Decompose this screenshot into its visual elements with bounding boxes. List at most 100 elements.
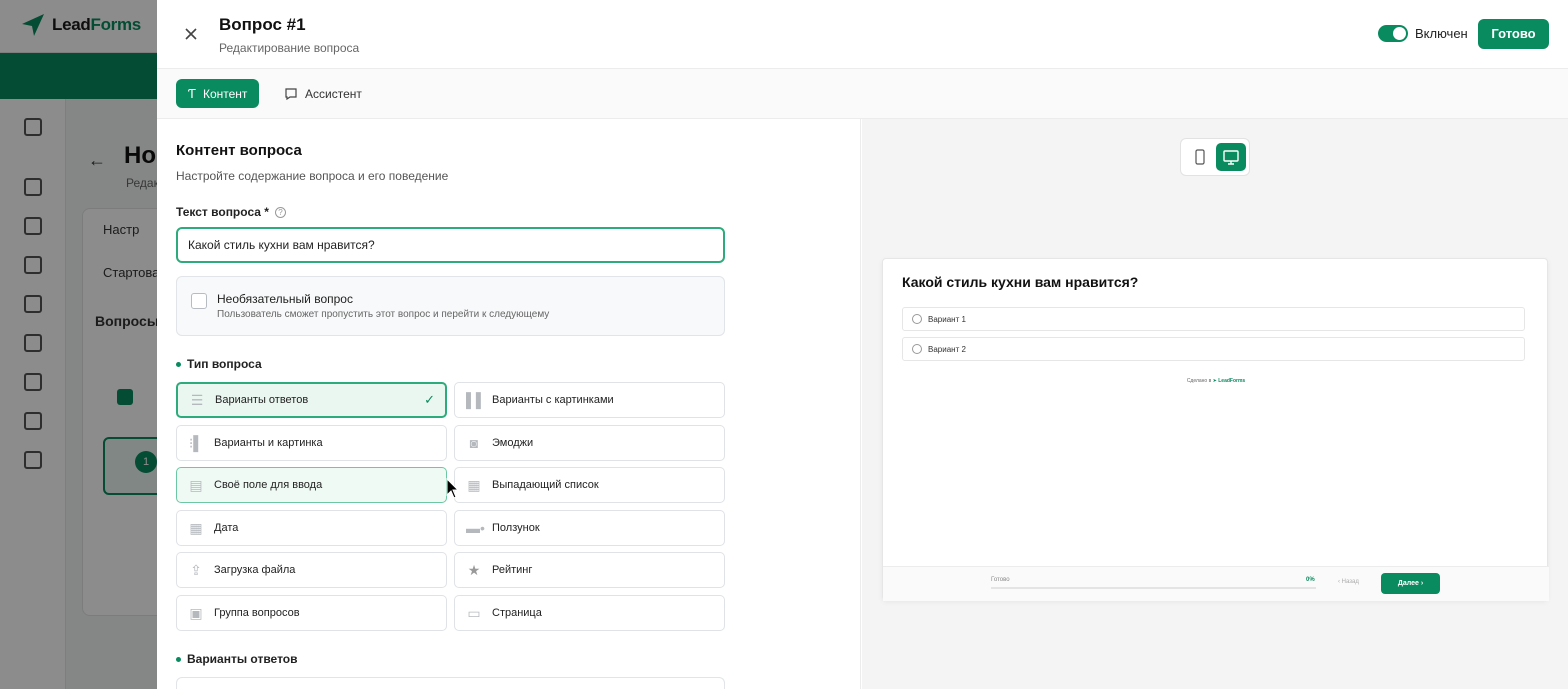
question-type-heading: Тип вопроса — [176, 357, 262, 371]
leadforms-mini-logo-icon: ➤ — [1212, 378, 1217, 384]
type-option-dropdown[interactable]: ▦ Выпадающий список — [454, 467, 725, 503]
mobile-preview-button[interactable] — [1185, 143, 1215, 171]
calendar-icon: ▦ — [189, 520, 203, 536]
tab-label: Ассистент — [305, 86, 362, 101]
tabs-bar: Ƭ Контент Ассистент — [157, 69, 1568, 119]
type-option-file-upload[interactable]: ⇪ Загрузка файла — [176, 552, 447, 588]
type-option-label: Выпадающий список — [492, 479, 599, 491]
check-icon: ✓ — [424, 392, 435, 407]
mouse-cursor-icon — [446, 478, 460, 499]
type-option-emoji[interactable]: ◙ Эмоджи — [454, 425, 725, 461]
type-option-label: Своё поле для ввода — [214, 479, 323, 491]
type-option-image-choices[interactable]: ▌▌ Варианты с картинками — [454, 382, 725, 418]
image-columns-icon: ▌▌ — [466, 392, 486, 408]
section-description: Настройте содержание вопроса и его повед… — [176, 169, 449, 183]
close-button[interactable] — [181, 24, 201, 44]
progress-label: Готово — [991, 577, 1010, 583]
type-option-label: Рейтинг — [492, 564, 533, 576]
progress-percent: 0% — [1306, 577, 1315, 583]
preview-back-button[interactable]: ‹ Назад — [1338, 579, 1359, 585]
upload-icon: ⇪ — [190, 562, 202, 578]
type-option-question-group[interactable]: ▣ Группа вопросов — [176, 595, 447, 631]
preview-question-title: Какой стиль кухни вам нравится? — [902, 274, 1139, 290]
slider-icon: ▬• — [466, 520, 485, 536]
type-option-choices-and-image[interactable]: ⁝▌ Варианты и картинка — [176, 425, 447, 461]
text-field-icon: ▤ — [189, 477, 203, 493]
radio-icon — [912, 344, 922, 354]
type-option-label: Варианты с картинками — [492, 394, 614, 406]
enabled-toggle-label: Включен — [1415, 26, 1468, 41]
type-option-choices[interactable]: ☰ Варианты ответов ✓ — [176, 382, 447, 418]
preview-option-label: Вариант 1 — [928, 314, 966, 324]
question-text-label: Текст вопроса * ? — [176, 205, 286, 219]
type-option-slider[interactable]: ▬• Ползунок — [454, 510, 725, 546]
preview-option-label: Вариант 2 — [928, 344, 966, 354]
list-icon: ☰ — [190, 392, 204, 408]
enabled-toggle-group: Включен — [1378, 25, 1468, 42]
device-switcher — [1180, 138, 1250, 176]
tab-content[interactable]: Ƭ Контент — [176, 79, 260, 108]
question-text-label-text: Текст вопроса * — [176, 205, 269, 219]
group-icon: ▣ — [189, 605, 203, 621]
type-option-text-field[interactable]: ▤ Своё поле для ввода — [176, 467, 447, 503]
drawer-subtitle: Редактирование вопроса — [219, 41, 360, 55]
radio-icon — [912, 314, 922, 324]
content-editor-panel: Контент вопроса Настройте содержание воп… — [157, 119, 861, 689]
type-option-label: Эмоджи — [492, 437, 534, 449]
optional-question-option[interactable]: Необязательный вопрос Пользователь сможе… — [176, 276, 725, 336]
made-with-prefix: Сделано в — [1186, 378, 1212, 384]
dropdown-icon: ▦ — [467, 477, 481, 493]
desktop-preview-button[interactable] — [1216, 143, 1246, 171]
bullet-dot — [176, 361, 181, 367]
question-text-input[interactable]: Какой стиль кухни вам нравится? — [176, 227, 725, 263]
star-icon: ★ — [467, 562, 481, 578]
toggle-knob — [1393, 27, 1406, 40]
bullet-dot — [176, 656, 181, 662]
list-image-icon: ⁝▌ — [188, 435, 204, 451]
answers-heading-text: Варианты ответов — [187, 652, 298, 666]
type-option-rating[interactable]: ★ Рейтинг — [454, 552, 725, 588]
optional-question-description: Пользователь сможет пропустить этот вопр… — [217, 309, 550, 320]
type-option-label: Варианты ответов — [215, 394, 309, 406]
answers-list — [176, 677, 725, 689]
question-type-heading-text: Тип вопроса — [187, 357, 262, 371]
drawer-title: Вопрос #1 — [219, 15, 306, 34]
type-option-label: Загрузка файла — [214, 564, 296, 576]
form-preview: Какой стиль кухни вам нравится? Вариант … — [882, 258, 1549, 601]
preview-footer: Готово 0% ‹ Назад Далее › — [883, 566, 1549, 601]
question-editor-drawer: Вопрос #1 Редактирование вопроса Включен… — [157, 0, 1568, 689]
tab-assistant[interactable]: Ассистент — [272, 79, 374, 108]
desktop-icon — [1223, 150, 1239, 165]
optional-question-title: Необязательный вопрос — [217, 292, 353, 306]
emoji-icon: ◙ — [469, 435, 479, 451]
type-option-label: Варианты и картинка — [214, 437, 323, 449]
preview-next-button[interactable]: Далее › — [1381, 573, 1440, 594]
tab-label: Контент — [202, 86, 248, 101]
mobile-icon — [1195, 149, 1205, 165]
drawer-header: Вопрос #1 Редактирование вопроса Включен… — [157, 0, 1568, 69]
made-with-badge: Сделано в ➤ LeadForms — [883, 378, 1549, 384]
text-icon: Ƭ — [188, 86, 196, 101]
answers-heading: Варианты ответов — [176, 652, 298, 666]
progress-bar — [991, 587, 1316, 589]
type-option-label: Дата — [214, 522, 239, 534]
back-label: Назад — [1341, 579, 1359, 585]
done-button[interactable]: Готово — [1478, 19, 1549, 49]
type-option-label: Ползунок — [492, 522, 540, 534]
close-icon — [185, 28, 197, 40]
optional-question-checkbox[interactable] — [191, 293, 207, 309]
type-option-date[interactable]: ▦ Дата — [176, 510, 447, 546]
section-title: Контент вопроса — [176, 142, 302, 159]
chat-icon — [285, 87, 297, 100]
preview-option[interactable]: Вариант 1 — [902, 307, 1525, 331]
enabled-toggle[interactable] — [1378, 25, 1408, 42]
type-option-page[interactable]: ▭ Страница — [454, 595, 725, 631]
type-option-label: Группа вопросов — [214, 607, 300, 619]
preview-panel: Какой стиль кухни вам нравится? Вариант … — [862, 119, 1568, 689]
made-with-brand: LeadForms — [1218, 378, 1246, 384]
help-icon[interactable]: ? — [274, 206, 286, 218]
next-label: Далее — [1397, 580, 1419, 587]
type-option-label: Страница — [492, 607, 542, 619]
page-icon: ▭ — [467, 605, 481, 621]
preview-option[interactable]: Вариант 2 — [902, 337, 1525, 361]
